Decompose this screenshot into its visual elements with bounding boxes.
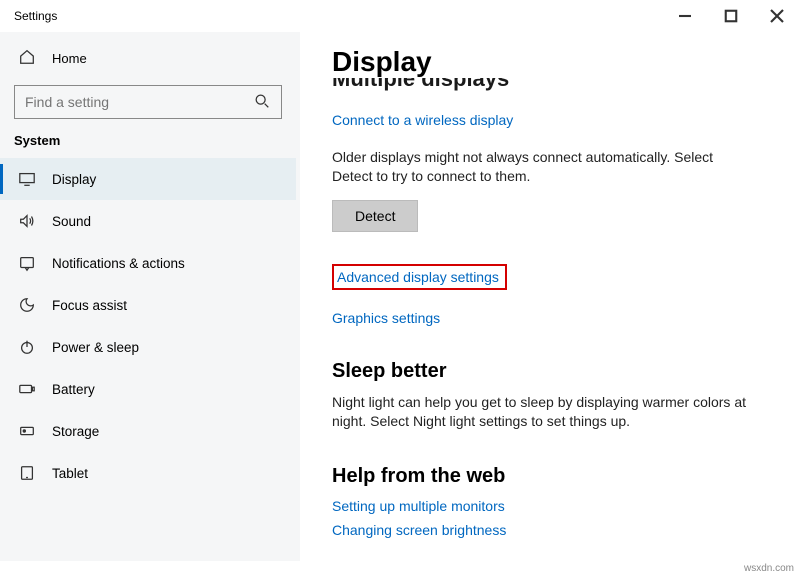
older-displays-text: Older displays might not always connect …	[332, 148, 752, 186]
power-icon	[18, 338, 36, 356]
search-input[interactable]	[25, 94, 253, 110]
help-heading: Help from the web	[332, 465, 778, 488]
watermark: wsxdn.com	[744, 563, 794, 574]
sidebar-item-focus[interactable]: Focus assist	[0, 284, 296, 326]
advanced-display-highlight: Advanced display settings	[332, 264, 507, 290]
focus-icon	[18, 296, 36, 314]
tablet-icon	[18, 464, 36, 482]
home-icon	[18, 48, 36, 69]
sleep-better-heading: Sleep better	[332, 360, 778, 383]
help-link-monitors[interactable]: Setting up multiple monitors	[332, 498, 505, 514]
battery-icon	[18, 380, 36, 398]
sidebar-item-label: Sound	[52, 214, 91, 229]
sidebar: Home System Display Sound	[0, 32, 300, 561]
storage-icon	[18, 422, 36, 440]
app-body: Home System Display Sound	[0, 32, 800, 561]
graphics-settings-link[interactable]: Graphics settings	[332, 310, 440, 326]
content-pane: Display Multiple displays Connect to a w…	[300, 32, 800, 561]
titlebar: Settings	[0, 0, 800, 32]
home-label: Home	[52, 51, 87, 66]
sidebar-item-storage[interactable]: Storage	[0, 410, 296, 452]
close-button[interactable]	[754, 0, 800, 32]
sidebar-item-power[interactable]: Power & sleep	[0, 326, 296, 368]
search-box[interactable]	[14, 85, 282, 119]
maximize-button[interactable]	[708, 0, 754, 32]
notifications-icon	[18, 254, 36, 272]
sidebar-item-label: Focus assist	[52, 298, 127, 313]
sidebar-item-display[interactable]: Display	[0, 158, 296, 200]
sidebar-item-label: Battery	[52, 382, 95, 397]
section-label: System	[0, 129, 296, 158]
window-title: Settings	[14, 9, 57, 23]
search-wrap	[0, 79, 296, 129]
sidebar-item-label: Storage	[52, 424, 99, 439]
sidebar-item-label: Power & sleep	[52, 340, 139, 355]
advanced-display-link[interactable]: Advanced display settings	[337, 269, 499, 285]
sidebar-item-label: Tablet	[52, 466, 88, 481]
help-link-brightness[interactable]: Changing screen brightness	[332, 522, 506, 538]
sidebar-item-label: Notifications & actions	[52, 256, 185, 271]
sidebar-item-notifications[interactable]: Notifications & actions	[0, 242, 296, 284]
sidebar-item-tablet[interactable]: Tablet	[0, 452, 296, 494]
search-icon	[253, 92, 271, 113]
sound-icon	[18, 212, 36, 230]
window-controls	[662, 0, 800, 32]
sidebar-item-battery[interactable]: Battery	[0, 368, 296, 410]
minimize-button[interactable]	[662, 0, 708, 32]
connect-wireless-link[interactable]: Connect to a wireless display	[332, 112, 513, 128]
sidebar-item-sound[interactable]: Sound	[0, 200, 296, 242]
sidebar-item-label: Display	[52, 172, 96, 187]
detect-button[interactable]: Detect	[332, 200, 418, 232]
display-icon	[18, 170, 36, 188]
sleep-better-text: Night light can help you get to sleep by…	[332, 393, 752, 431]
page-title: Display	[332, 46, 778, 78]
multiple-displays-heading: Multiple displays	[332, 78, 778, 92]
home-row[interactable]: Home	[0, 38, 296, 79]
